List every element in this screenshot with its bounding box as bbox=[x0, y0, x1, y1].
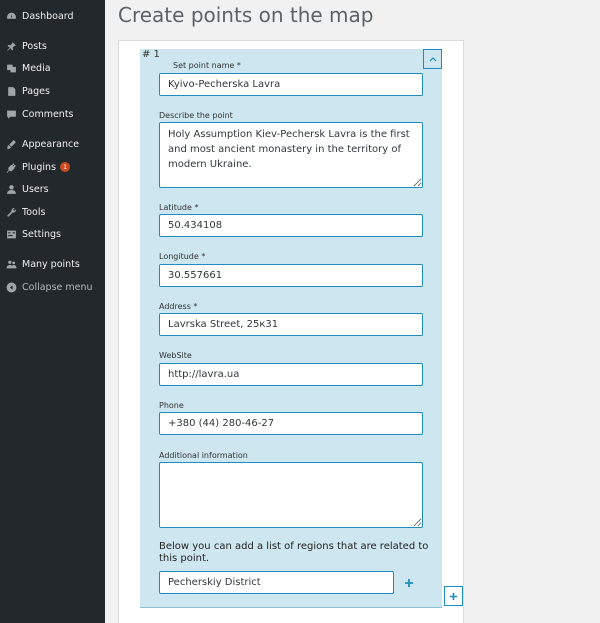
plus-icon bbox=[449, 592, 458, 600]
point-name-label: Set point name * bbox=[173, 61, 241, 70]
sidebar-item-label: Tools bbox=[22, 206, 46, 218]
sidebar-item-posts[interactable]: Posts bbox=[0, 36, 105, 56]
additional-info-label: Additional information bbox=[159, 451, 248, 460]
panel-bottom-border bbox=[140, 607, 442, 608]
collapse-menu-button[interactable]: Collapse menu bbox=[0, 277, 105, 297]
website-label: WebSite bbox=[159, 351, 192, 360]
admin-sidebar: Dashboard Posts Media Pages Comments App… bbox=[0, 0, 105, 623]
longitude-label: Longitude * bbox=[159, 252, 206, 261]
latitude-input[interactable] bbox=[159, 214, 423, 237]
phone-label: Phone bbox=[159, 401, 184, 410]
point-name-input[interactable] bbox=[159, 73, 423, 96]
chevron-up-icon bbox=[429, 57, 436, 62]
user-icon bbox=[5, 183, 17, 195]
users-icon bbox=[5, 258, 17, 270]
media-icon bbox=[5, 62, 17, 74]
website-input[interactable] bbox=[159, 363, 423, 386]
longitude-input[interactable] bbox=[159, 264, 423, 287]
sidebar-item-label: Settings bbox=[22, 228, 61, 240]
plus-icon bbox=[405, 579, 413, 587]
collapse-point-button[interactable] bbox=[423, 49, 442, 69]
sidebar-item-label: Posts bbox=[22, 40, 47, 52]
sidebar-item-label: Media bbox=[22, 62, 51, 74]
wrench-icon bbox=[5, 206, 17, 218]
sidebar-item-plugins[interactable]: Plugins 1 bbox=[0, 157, 105, 177]
address-label: Address * bbox=[159, 302, 198, 311]
phone-input[interactable] bbox=[159, 412, 423, 435]
sidebar-item-pages[interactable]: Pages bbox=[0, 81, 105, 101]
sidebar-item-dashboard[interactable]: Dashboard bbox=[0, 6, 105, 26]
latitude-label: Latitude * bbox=[159, 203, 199, 212]
describe-label: Describe the point bbox=[159, 111, 233, 120]
comment-icon bbox=[5, 108, 17, 120]
region-input[interactable] bbox=[159, 571, 394, 594]
dashboard-icon bbox=[5, 10, 17, 22]
collapse-icon bbox=[5, 281, 17, 293]
sidebar-item-settings[interactable]: Settings bbox=[0, 224, 105, 244]
plug-icon bbox=[5, 161, 17, 173]
add-region-button[interactable] bbox=[402, 576, 416, 590]
pin-icon bbox=[5, 40, 17, 52]
sidebar-item-label: Appearance bbox=[22, 138, 80, 150]
sidebar-item-label: Collapse menu bbox=[22, 281, 93, 293]
sidebar-item-label: Pages bbox=[22, 85, 50, 97]
sidebar-item-tools[interactable]: Tools bbox=[0, 202, 105, 222]
sidebar-item-users[interactable]: Users bbox=[0, 179, 105, 199]
sidebar-item-many-points[interactable]: Many points bbox=[0, 254, 105, 274]
update-count-badge: 1 bbox=[60, 162, 71, 172]
address-input[interactable] bbox=[159, 313, 423, 336]
point-number: # 1 bbox=[142, 49, 160, 60]
sidebar-item-media[interactable]: Media bbox=[0, 58, 105, 78]
page-title: Create points on the map bbox=[118, 3, 374, 27]
additional-info-textarea[interactable] bbox=[159, 462, 423, 528]
sidebar-item-label: Plugins bbox=[22, 161, 57, 173]
sidebar-item-label: Comments bbox=[22, 108, 74, 120]
settings-icon bbox=[5, 228, 17, 240]
brush-icon bbox=[5, 138, 17, 150]
sidebar-item-label: Dashboard bbox=[22, 10, 74, 22]
sidebar-item-label: Many points bbox=[22, 258, 80, 270]
sidebar-item-label: Users bbox=[22, 183, 49, 195]
sidebar-item-appearance[interactable]: Appearance bbox=[0, 134, 105, 154]
describe-textarea[interactable]: Holy Assumption Kiev-Pechersk Lavra is t… bbox=[159, 122, 423, 188]
page-icon bbox=[5, 85, 17, 97]
add-point-button[interactable] bbox=[444, 586, 463, 606]
sidebar-item-comments[interactable]: Comments bbox=[0, 104, 105, 124]
regions-note: Below you can add a list of regions that… bbox=[159, 541, 429, 564]
